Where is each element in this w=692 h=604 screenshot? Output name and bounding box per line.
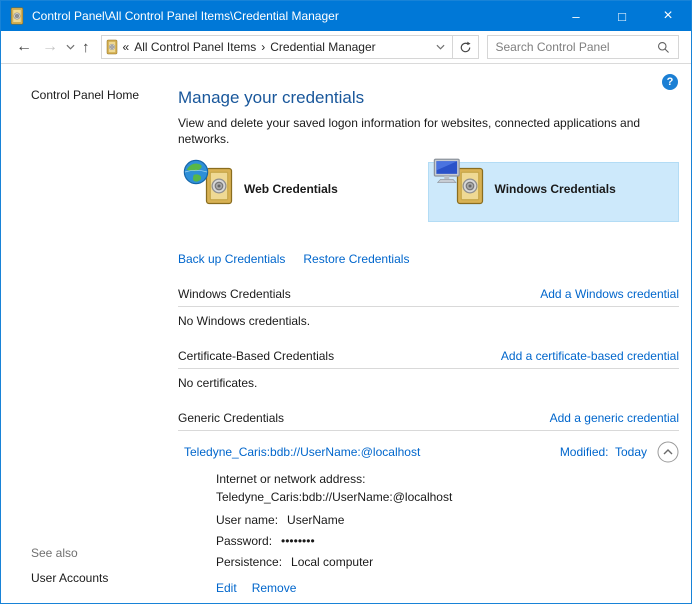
see-also-label: See also: [31, 546, 171, 560]
address-page-icon: [106, 39, 118, 55]
persistence-row: Persistence: Local computer: [216, 555, 679, 569]
breadcrumb-item-all-control-panel-items[interactable]: All Control Panel Items: [134, 40, 256, 54]
computer-monitor-icon: [433, 158, 463, 189]
up-button[interactable]: ↑: [78, 39, 96, 56]
add-generic-credential-link[interactable]: Add a generic credential: [550, 411, 679, 425]
certificate-credentials-section-header: Certificate-Based Credentials Add a cert…: [178, 349, 679, 363]
titlebar[interactable]: Control Panel\All Control Panel Items\Cr…: [1, 1, 691, 31]
tile-label-windows-credentials: Windows Credentials: [495, 182, 616, 196]
remove-credential-link[interactable]: Remove: [252, 581, 297, 595]
help-button[interactable]: ?: [662, 74, 678, 90]
add-windows-credential-link[interactable]: Add a Windows credential: [540, 287, 679, 301]
edit-credential-link[interactable]: Edit: [216, 581, 237, 595]
credential-name-link[interactable]: Teledyne_Caris:bdb://UserName:@localhost: [184, 445, 560, 459]
breadcrumb-item-credential-manager[interactable]: Credential Manager: [270, 40, 375, 54]
window-controls: – □ ×: [553, 1, 691, 31]
maximize-button[interactable]: □: [599, 1, 645, 31]
section-divider: [178, 430, 679, 431]
credential-row[interactable]: Teledyne_Caris:bdb://UserName:@localhost…: [178, 435, 679, 469]
forward-button[interactable]: →: [37, 39, 63, 55]
address-dropdown-chevron-icon[interactable]: [432, 44, 449, 50]
windows-credentials-empty-text: No Windows credentials.: [178, 314, 679, 328]
page-title: Manage your credentials: [178, 88, 679, 108]
web-credentials-icon: [182, 158, 238, 232]
section-title-windows-credentials: Windows Credentials: [178, 287, 291, 301]
search-icon[interactable]: [655, 41, 678, 54]
section-title-generic-credentials: Generic Credentials: [178, 411, 284, 425]
search-input[interactable]: [488, 40, 656, 54]
username-row: User name: UserName: [216, 513, 679, 527]
section-divider: [178, 306, 679, 307]
page-description: View and delete your saved logon informa…: [178, 115, 672, 147]
sidebar-item-control-panel-home[interactable]: Control Panel Home: [31, 88, 171, 102]
persistence-value: Local computer: [291, 555, 373, 569]
credential-manager-window: Control Panel\All Control Panel Items\Cr…: [0, 0, 692, 604]
credential-actions: Edit Remove: [216, 581, 679, 595]
credential-type-tiles: Web Credentials Windows Credentials: [178, 162, 679, 222]
credential-modified: Modified: Today: [560, 445, 647, 459]
certificate-credentials-empty-text: No certificates.: [178, 376, 679, 390]
credential-manager-icon: [10, 7, 24, 25]
backup-credentials-link[interactable]: Back up Credentials: [178, 252, 285, 266]
add-certificate-credential-link[interactable]: Add a certificate-based credential: [501, 349, 679, 363]
section-title-certificate-credentials: Certificate-Based Credentials: [178, 349, 334, 363]
password-value: ••••••••: [281, 534, 315, 548]
web-credentials-tile[interactable]: Web Credentials: [178, 162, 428, 222]
address-bar-group: « All Control Panel Items › Credential M…: [101, 35, 479, 59]
globe-icon: [182, 158, 210, 191]
section-divider: [178, 368, 679, 369]
sidebar-item-user-accounts[interactable]: User Accounts: [31, 571, 171, 585]
password-row: Password: ••••••••: [216, 534, 679, 548]
address-value: Teledyne_Caris:bdb://UserName:@localhost: [216, 489, 679, 506]
sidebar: Control Panel Home See also User Account…: [1, 64, 171, 603]
windows-credentials-icon: [433, 158, 489, 232]
windows-credentials-tile[interactable]: Windows Credentials: [428, 162, 680, 222]
collapse-credential-button[interactable]: [657, 441, 679, 463]
generic-credentials-section-header: Generic Credentials Add a generic creden…: [178, 411, 679, 425]
backup-restore-row: Back up Credentials Restore Credentials: [178, 252, 679, 266]
windows-credentials-section-header: Windows Credentials Add a Windows creden…: [178, 287, 679, 301]
password-label: Password:: [216, 534, 272, 548]
restore-credentials-link[interactable]: Restore Credentials: [303, 252, 409, 266]
address-label: Internet or network address:: [216, 471, 679, 488]
modified-label: Modified:: [560, 445, 609, 459]
recent-pages-chevron-icon[interactable]: [63, 44, 78, 50]
window-title: Control Panel\All Control Panel Items\Cr…: [32, 9, 553, 23]
modified-value: Today: [615, 445, 647, 459]
credential-details: Internet or network address: Teledyne_Ca…: [178, 471, 679, 595]
content-area: Control Panel Home See also User Account…: [1, 64, 691, 603]
breadcrumb-collapse-chevrons[interactable]: «: [123, 40, 130, 54]
refresh-button[interactable]: [452, 35, 479, 59]
username-label: User name:: [216, 513, 278, 527]
main-panel: ? Manage your credentials View and delet…: [171, 64, 691, 603]
minimize-button[interactable]: –: [553, 1, 599, 31]
breadcrumb-separator-icon: ›: [261, 40, 265, 54]
tile-label-web-credentials: Web Credentials: [244, 182, 338, 196]
navigation-bar: ← → ↑ « All Control Panel Items › Creden…: [1, 31, 691, 64]
address-bar[interactable]: « All Control Panel Items › Credential M…: [101, 35, 453, 59]
close-button[interactable]: ×: [645, 1, 691, 31]
search-box: [487, 35, 680, 59]
username-value: UserName: [287, 513, 344, 527]
back-button[interactable]: ←: [11, 39, 37, 55]
persistence-label: Persistence:: [216, 555, 282, 569]
